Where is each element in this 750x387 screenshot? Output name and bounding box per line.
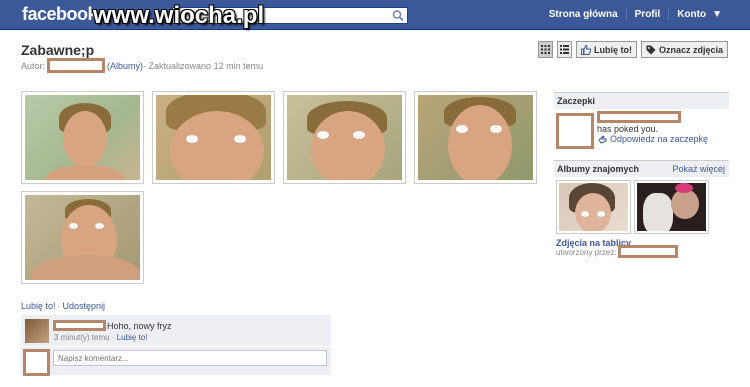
author-label: Autor: bbox=[21, 60, 46, 71]
friend-album-thumb-2[interactable] bbox=[634, 180, 709, 234]
comment-item: Hoho, nowy fryz 3 minut(y) temu · Lubię … bbox=[21, 315, 331, 346]
poker-avatar[interactable] bbox=[556, 113, 594, 149]
photo-thumbnail-4[interactable] bbox=[414, 91, 537, 184]
poke-back-row: Odpowiedz na zaczepkę bbox=[598, 134, 708, 144]
comment-compose bbox=[21, 347, 331, 376]
album-toolbar: Lubię to! Oznacz zdjęcia bbox=[537, 41, 728, 58]
friend-album-image bbox=[637, 183, 706, 231]
friends-albums-heading: Albumy znajomych Pokaż więcej bbox=[554, 160, 729, 177]
top-nav: Strona główna Profil Konto ▼ bbox=[541, 9, 730, 20]
poke-text: has poked you. bbox=[597, 124, 659, 134]
updated-time: · Zaktualizowano 12 min temu bbox=[143, 60, 264, 71]
photo-image bbox=[25, 95, 140, 180]
nav-account[interactable]: Konto ▼ bbox=[668, 9, 730, 20]
album-meta: Autor: (Albumy) · Zaktualizowano 12 min … bbox=[21, 58, 263, 73]
page-title: Zabawne;p bbox=[21, 42, 95, 58]
list-icon bbox=[559, 45, 569, 54]
photo-image bbox=[287, 95, 402, 180]
poke-back-link[interactable]: Odpowiedz na zaczepkę bbox=[610, 134, 708, 144]
tag-photos-label: Oznacz zdjęcia bbox=[658, 44, 723, 55]
show-more-link[interactable]: Pokaż więcej bbox=[672, 164, 725, 174]
facebook-logo[interactable]: facebook bbox=[22, 4, 98, 25]
watermark-text: www.wiocha.pl bbox=[93, 2, 265, 29]
pokes-heading: Zaczepki bbox=[554, 92, 729, 109]
photo-image bbox=[156, 95, 271, 180]
nav-profile[interactable]: Profil bbox=[625, 9, 669, 20]
share-link[interactable]: Udostępnij bbox=[63, 301, 106, 311]
nav-home[interactable]: Strona główna bbox=[541, 9, 626, 20]
redacted-creator-name[interactable] bbox=[618, 245, 678, 258]
like-link[interactable]: Lubię to! bbox=[21, 301, 56, 311]
photo-image bbox=[25, 195, 140, 280]
tag-icon bbox=[646, 45, 656, 54]
photo-thumbnail-2[interactable] bbox=[152, 91, 275, 184]
comment-like-link[interactable]: Lubię to! bbox=[117, 333, 148, 342]
search-icon[interactable] bbox=[391, 9, 405, 22]
chevron-down-icon: ▼ bbox=[712, 9, 722, 20]
comment-text: Hoho, nowy fryz bbox=[107, 321, 172, 331]
photo-image bbox=[418, 95, 533, 180]
redacted-author[interactable] bbox=[47, 58, 106, 73]
thumbs-up-icon bbox=[580, 44, 591, 55]
friend-album-thumb-1[interactable] bbox=[556, 180, 631, 234]
comment-input[interactable] bbox=[53, 350, 327, 366]
commenter-avatar[interactable] bbox=[25, 319, 49, 343]
redacted-poker-name[interactable] bbox=[597, 111, 681, 123]
tag-photos-button[interactable]: Oznacz zdjęcia bbox=[640, 41, 728, 58]
grid-view-button[interactable] bbox=[537, 41, 553, 58]
photo-thumbnail-5[interactable] bbox=[21, 191, 144, 284]
poke-hand-icon bbox=[598, 135, 607, 144]
nav-account-label: Konto bbox=[677, 9, 707, 20]
friends-albums-label: Albumy znajomych bbox=[557, 164, 640, 174]
grid-icon bbox=[540, 45, 550, 54]
list-view-button[interactable] bbox=[556, 41, 572, 58]
albums-link[interactable]: (Albumy) bbox=[107, 61, 143, 71]
created-by-label: utworzony przez: bbox=[556, 248, 617, 257]
photo-thumbnail-1[interactable] bbox=[21, 91, 144, 184]
like-album-button[interactable]: Lubię to! bbox=[575, 41, 637, 58]
photo-thumbnail-3[interactable] bbox=[283, 91, 406, 184]
pokes-heading-label: Zaczepki bbox=[557, 96, 596, 106]
comment-meta: 3 minut(y) temu · Lubię to! bbox=[54, 333, 148, 342]
friend-album-image bbox=[559, 183, 628, 231]
comment-time: 3 minut(y) temu bbox=[54, 333, 110, 342]
redacted-commenter-name[interactable] bbox=[53, 320, 106, 331]
my-avatar bbox=[23, 349, 50, 376]
photo-actions: Lubię to! · Udostępnij bbox=[21, 301, 106, 311]
like-album-label: Lubię to! bbox=[593, 44, 632, 55]
